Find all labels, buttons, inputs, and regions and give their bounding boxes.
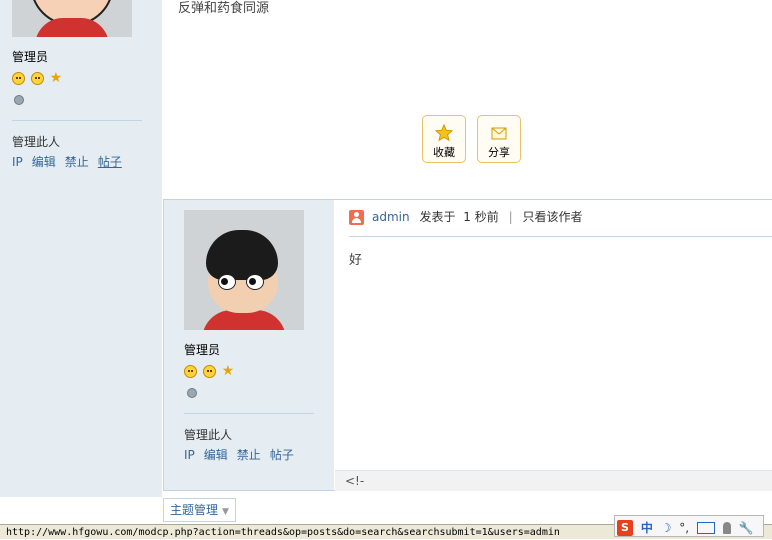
manage-posts-link[interactable]: 帖子 bbox=[270, 448, 294, 462]
manage-label: 管理此人 bbox=[12, 135, 61, 149]
dropdown-caret-icon: ▼ bbox=[222, 507, 229, 517]
topic-manage-button[interactable]: 主题管理 ▼ bbox=[163, 498, 236, 522]
star-icon: ★ bbox=[221, 363, 235, 379]
divider bbox=[184, 413, 314, 414]
manage-posts-link[interactable]: 帖子 bbox=[98, 155, 122, 169]
manage-ip-link[interactable]: IP bbox=[184, 448, 195, 462]
manage-ban-link[interactable]: 禁止 bbox=[65, 155, 89, 169]
smiley-icon bbox=[30, 72, 44, 85]
smiley-icon bbox=[12, 72, 25, 85]
user-badges: ★ bbox=[12, 71, 62, 85]
ime-punctuation-toggle[interactable]: °, bbox=[679, 517, 689, 539]
share-button[interactable]: 分享 bbox=[477, 115, 521, 163]
post1-body: 反弹和药食同源 bbox=[178, 1, 270, 16]
author-link[interactable]: admin bbox=[372, 210, 410, 224]
manage-links: IP 编辑 禁止 帖子 bbox=[12, 153, 131, 170]
wrench-icon[interactable]: 🔧 bbox=[739, 517, 754, 539]
manage-ban-link[interactable]: 禁止 bbox=[237, 448, 261, 462]
topic-manage-label: 主题管理 bbox=[170, 503, 219, 517]
user-icon[interactable] bbox=[722, 521, 731, 534]
avatar-eye bbox=[246, 274, 264, 290]
user-group-label: 管理员 bbox=[12, 50, 49, 64]
post2: 管理员 ★ 管理此人 IP 编辑 禁止 帖子 admin 发表于 1 秒前 | 只看该… bbox=[163, 199, 772, 491]
post2-sidebar: 管理员 ★ 管理此人 IP 编辑 禁止 帖子 bbox=[164, 200, 334, 490]
post2-body: 好 bbox=[349, 253, 363, 268]
posted-time: 1 秒前 bbox=[463, 210, 499, 224]
ime-mode-toggle[interactable]: 中 bbox=[641, 517, 653, 539]
share-envelope-icon bbox=[478, 124, 520, 142]
manage-links: IP 编辑 禁止 帖子 bbox=[184, 446, 303, 463]
avatar-eye bbox=[218, 274, 236, 290]
user-group-label: 管理员 bbox=[184, 343, 221, 357]
user-icon bbox=[349, 210, 364, 225]
post-footer-text: <!- bbox=[345, 474, 365, 488]
share-label: 分享 bbox=[488, 146, 510, 159]
favorite-button[interactable]: 收藏 bbox=[422, 115, 466, 163]
medal-icon bbox=[187, 388, 197, 398]
favorite-star-icon bbox=[423, 123, 465, 142]
avatar[interactable] bbox=[12, 0, 132, 37]
medal-icon bbox=[14, 95, 24, 105]
divider bbox=[12, 120, 142, 121]
posted-prefix: 发表于 bbox=[419, 210, 456, 224]
post-footer: <!- bbox=[335, 470, 772, 491]
avatar-shirt bbox=[202, 310, 286, 330]
manage-edit-link[interactable]: 编辑 bbox=[32, 155, 56, 169]
smiley-icon bbox=[202, 365, 216, 378]
user-badges: ★ bbox=[184, 364, 234, 378]
post-header: admin 发表于 1 秒前 | 只看该作者 bbox=[349, 208, 582, 225]
post1-sidebar: 管理员 ★ 管理此人 IP 编辑 禁止 帖子 bbox=[0, 0, 162, 497]
avatar-hair bbox=[206, 230, 278, 280]
halfwidth-moon-icon[interactable]: ☽ bbox=[661, 517, 672, 539]
avatar[interactable] bbox=[184, 210, 304, 330]
smiley-icon bbox=[184, 365, 197, 378]
manage-ip-link[interactable]: IP bbox=[12, 155, 23, 169]
sogou-ime-icon[interactable]: S bbox=[617, 519, 633, 536]
manage-edit-link[interactable]: 编辑 bbox=[204, 448, 228, 462]
header-separator: | bbox=[508, 210, 513, 224]
status-url: http://www.hfgowu.com/modcp.php?action=t… bbox=[6, 527, 560, 538]
ime-toolbar[interactable]: S 中 ☽ °, 🔧 bbox=[614, 515, 764, 537]
only-author-link[interactable]: 只看该作者 bbox=[522, 210, 582, 224]
favorite-label: 收藏 bbox=[433, 146, 455, 159]
avatar-shirt bbox=[35, 18, 109, 37]
star-icon: ★ bbox=[49, 70, 63, 86]
keyboard-icon[interactable] bbox=[696, 521, 715, 534]
post-header-divider bbox=[349, 236, 772, 237]
manage-label: 管理此人 bbox=[184, 428, 233, 442]
